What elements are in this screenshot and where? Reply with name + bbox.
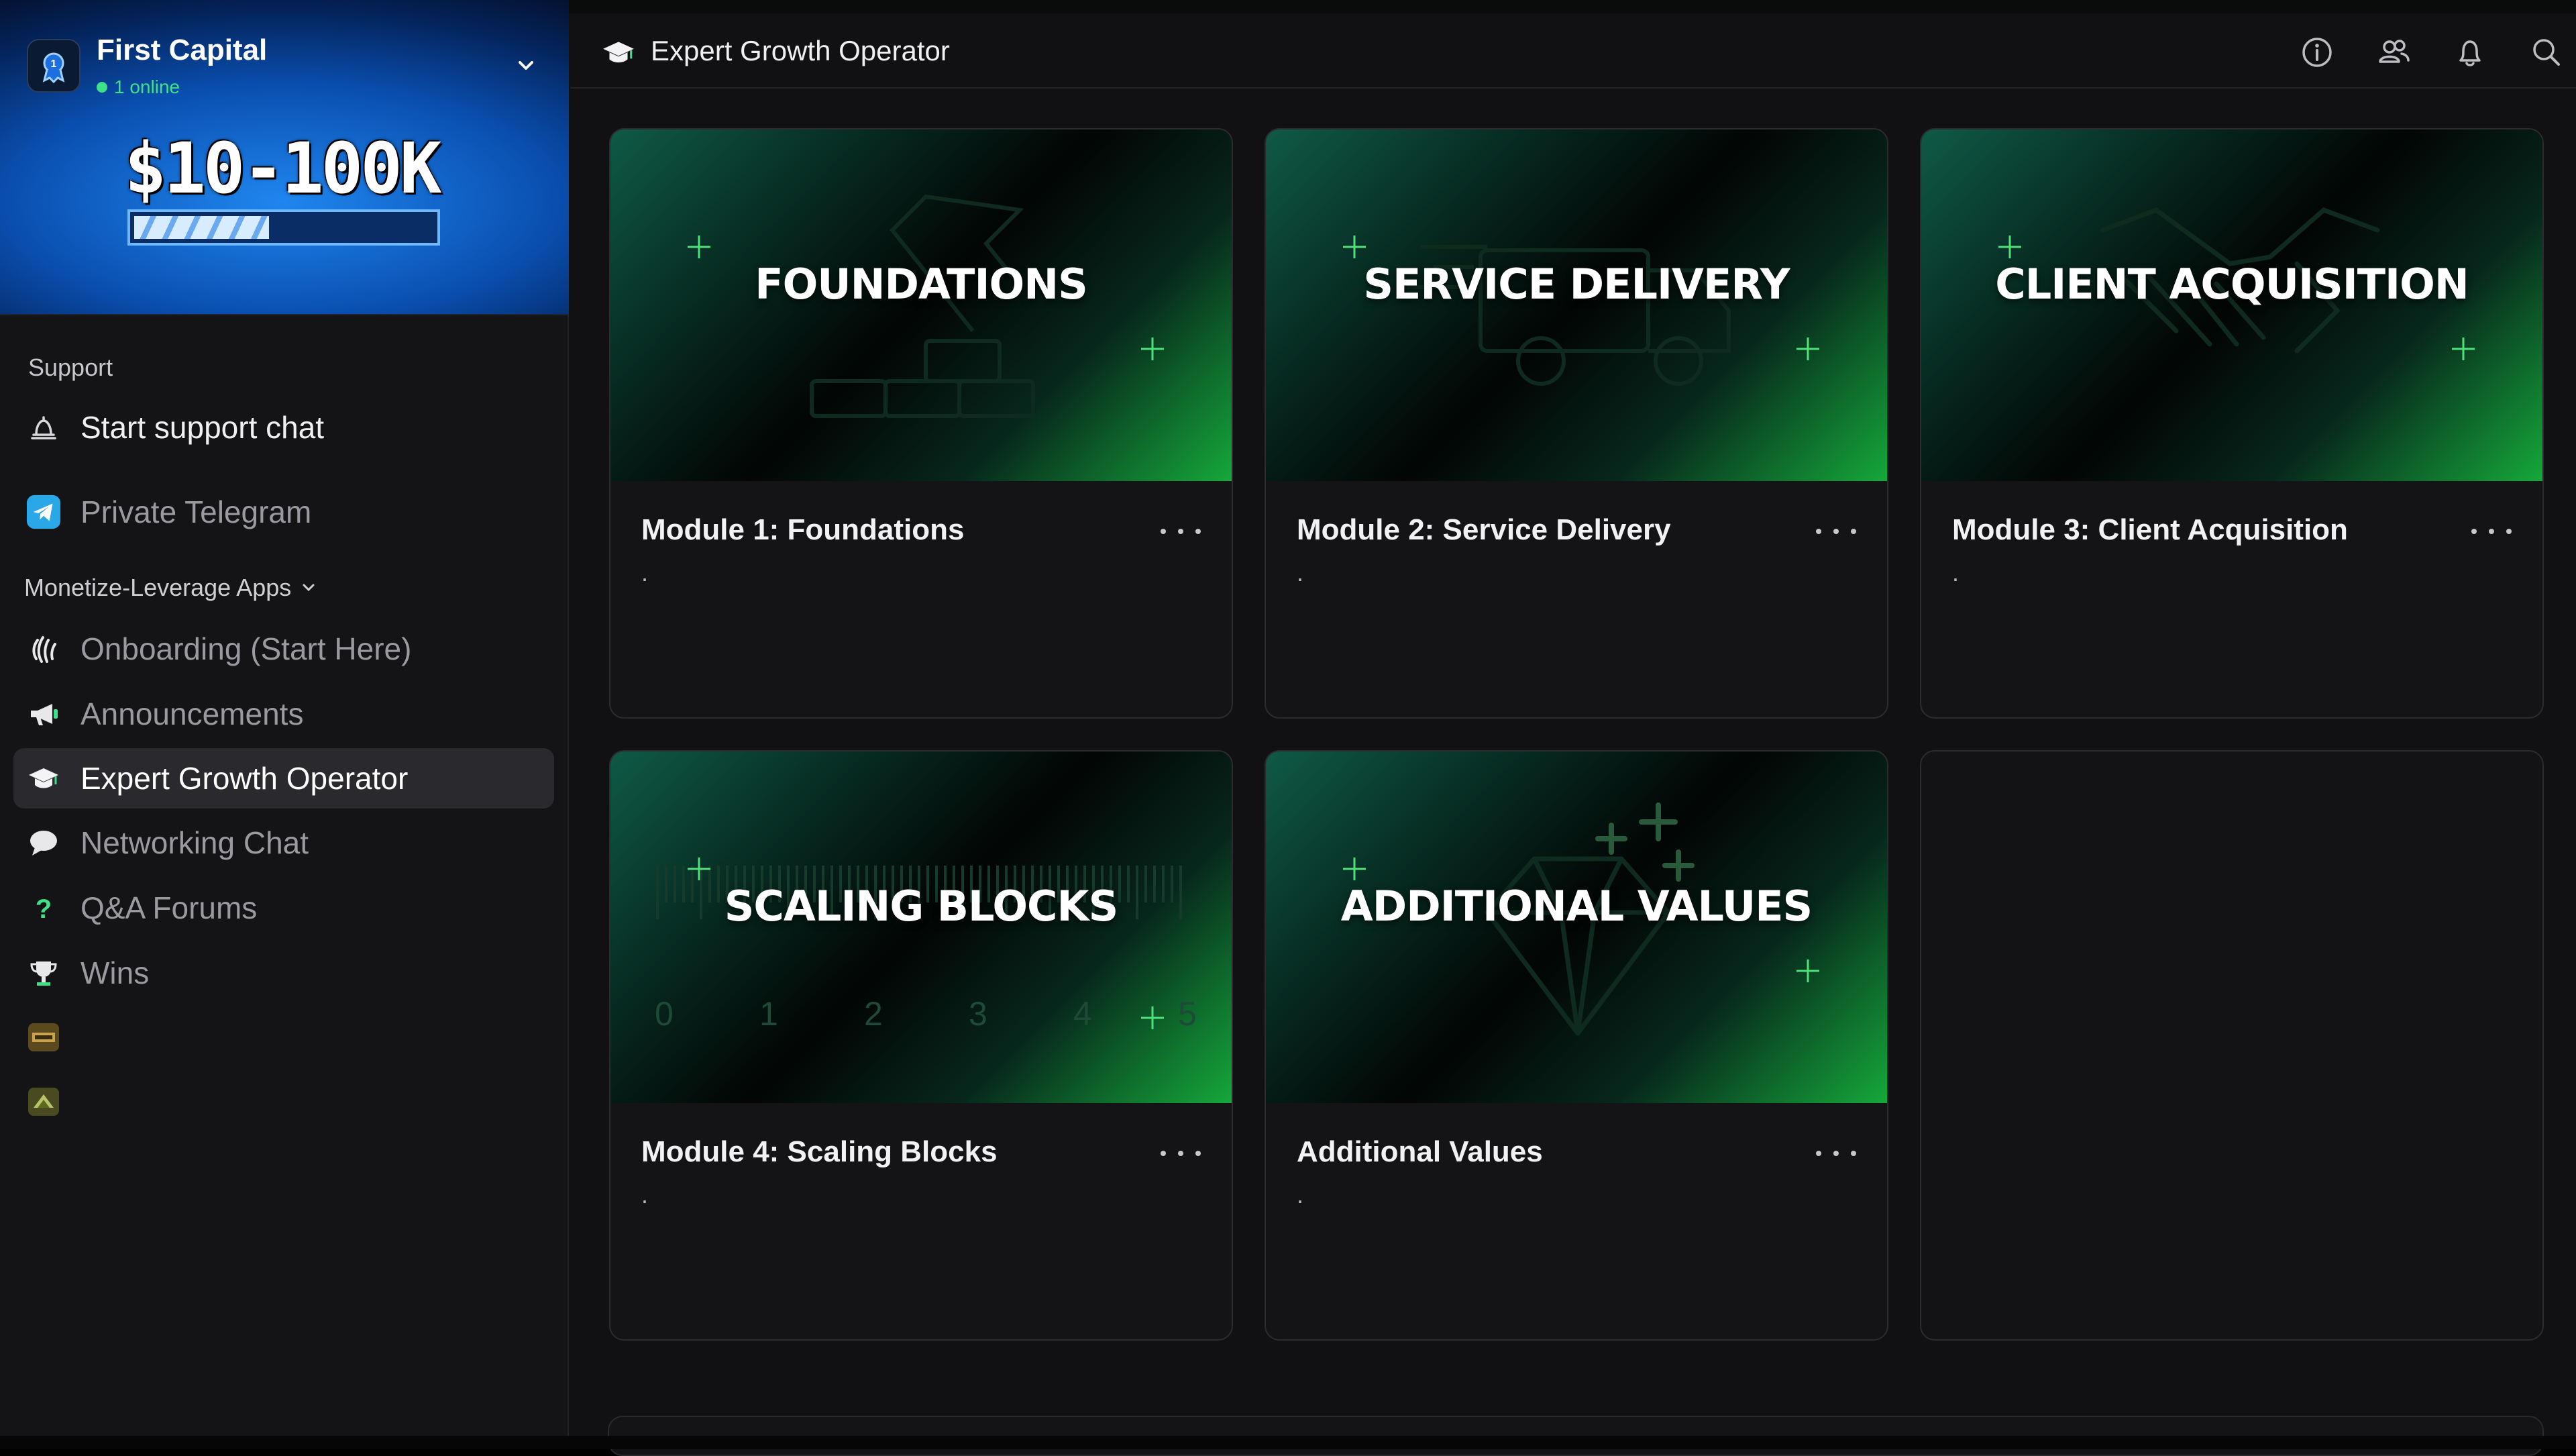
module-card-scaling-blocks[interactable]: 0 1 2 3 4 5 SCALING BLOCKS Module 4: Sca… [609,750,1233,1341]
app-window: 1 First Capital 1 online $10-100K Suppor… [0,0,2576,1456]
more-options-icon[interactable] [2471,515,2512,548]
group-label-text: Monetize-Leverage Apps [24,574,292,601]
module-thumbnail: SERVICE DELIVERY [1266,129,1887,481]
module-description: . [641,1181,649,1208]
telegram-label: Private Telegram [80,495,312,529]
nav-networking-chat[interactable]: Networking Chat [13,813,554,873]
nav-app-thumbnail-2[interactable] [13,1072,554,1132]
module-card-client-acquisition[interactable]: CLIENT ACQUISITION Module 3: Client Acqu… [1920,128,2544,719]
nav-onboarding[interactable]: Onboarding (Start Here) [13,619,554,679]
apps-group-label[interactable]: Monetize-Leverage Apps [24,574,318,602]
thumbnail-title: FOUNDATIONS [755,259,1088,309]
app-thumbnail-icon [25,1019,62,1055]
module-card-foundations[interactable]: FOUNDATIONS Module 1: Foundations . [609,128,1233,719]
module-thumbnail: CLIENT ACQUISITION [1921,129,2542,481]
module-title: Additional Values [1297,1135,1543,1168]
module-description: . [641,559,649,586]
support-chat-label: Start support chat [80,410,325,445]
banner-title: $10-100K [124,127,442,209]
module-title: Module 3: Client Acquisition [1952,513,2348,546]
support-section-label: Support [28,354,113,381]
nav-announcements[interactable]: Announcements [13,684,554,744]
chat-bubble-icon [25,825,62,861]
question-icon: ? [25,890,62,926]
more-options-icon[interactable] [1816,1137,1856,1170]
module-thumbnail: FOUNDATIONS [610,129,1232,481]
search-icon[interactable] [2528,34,2565,71]
thumbnail-title: ADDITIONAL VALUES [1340,881,1813,931]
graduation-cap-icon [603,42,634,63]
bottom-strip [0,1436,2576,1449]
module-description: . [1297,559,1304,586]
more-options-icon[interactable] [1161,515,1201,548]
megaphone-icon [25,696,62,732]
nav-label: Wins [80,955,150,990]
module-description: . [1297,1181,1304,1208]
info-icon[interactable] [2298,34,2336,71]
chevron-down-icon [303,584,315,592]
banner-progress-bar [127,209,440,246]
start-support-chat[interactable]: Start support chat [13,397,554,458]
nav-app-thumbnail-1[interactable] [13,1007,554,1068]
more-options-icon[interactable] [1816,515,1856,548]
online-dot-icon [97,82,107,93]
sidebar: 1 First Capital 1 online $10-100K Suppor… [0,0,569,1449]
chevron-down-icon[interactable] [514,54,538,78]
thumbnail-title: CLIENT ACQUISITION [1995,259,2469,309]
bell-icon[interactable] [2451,34,2489,71]
telegram-icon [25,494,62,530]
wave-hand-icon [25,631,62,667]
members-icon[interactable] [2375,34,2412,71]
module-title: Module 4: Scaling Blocks [641,1135,998,1168]
more-options-icon[interactable] [1161,1137,1201,1170]
thumbnail-title: SERVICE DELIVERY [1363,259,1790,309]
nav-wins[interactable]: Wins [13,943,554,1003]
module-description: . [1952,559,1960,586]
app-thumbnail-icon [25,1084,62,1120]
server-banner[interactable]: 1 First Capital 1 online $10-100K [0,0,569,315]
module-thumbnail: ADDITIONAL VALUES [1266,751,1887,1103]
nav-expert-growth-operator[interactable]: Expert Growth Operator [13,748,554,809]
private-telegram[interactable]: Private Telegram [13,482,554,542]
module-title: Module 1: Foundations [641,513,965,546]
nav-label: Q&A Forums [80,890,258,925]
module-card-service-delivery[interactable]: SERVICE DELIVERY Module 2: Service Deliv… [1265,128,1888,719]
nav-qa-forums[interactable]: ? Q&A Forums [13,878,554,938]
online-status: 1 online [97,76,180,98]
banner-progress-fill [134,216,269,239]
thumbnail-title: SCALING BLOCKS [724,881,1119,931]
support-bell-icon [25,409,62,446]
graduation-cap-icon [25,760,62,796]
server-avatar-icon[interactable]: 1 [27,39,80,93]
server-name[interactable]: First Capital [97,34,267,67]
nav-label: Networking Chat [80,825,309,860]
online-count: 1 online [114,76,180,97]
nav-label: Expert Growth Operator [80,761,409,796]
channel-title: Expert Growth Operator [651,35,950,66]
trophy-icon [25,955,62,991]
channel-header: Expert Growth Operator [570,13,2576,89]
nav-label: Onboarding (Start Here) [80,631,412,666]
empty-card-placeholder [1920,750,2544,1341]
svg-text:?: ? [36,894,52,924]
module-title: Module 2: Service Delivery [1297,513,1671,546]
nav-label: Announcements [80,696,304,731]
svg-text:1: 1 [51,58,57,70]
module-card-additional-values[interactable]: ADDITIONAL VALUES Additional Values . [1265,750,1888,1341]
module-thumbnail: 0 1 2 3 4 5 SCALING BLOCKS [610,751,1232,1103]
